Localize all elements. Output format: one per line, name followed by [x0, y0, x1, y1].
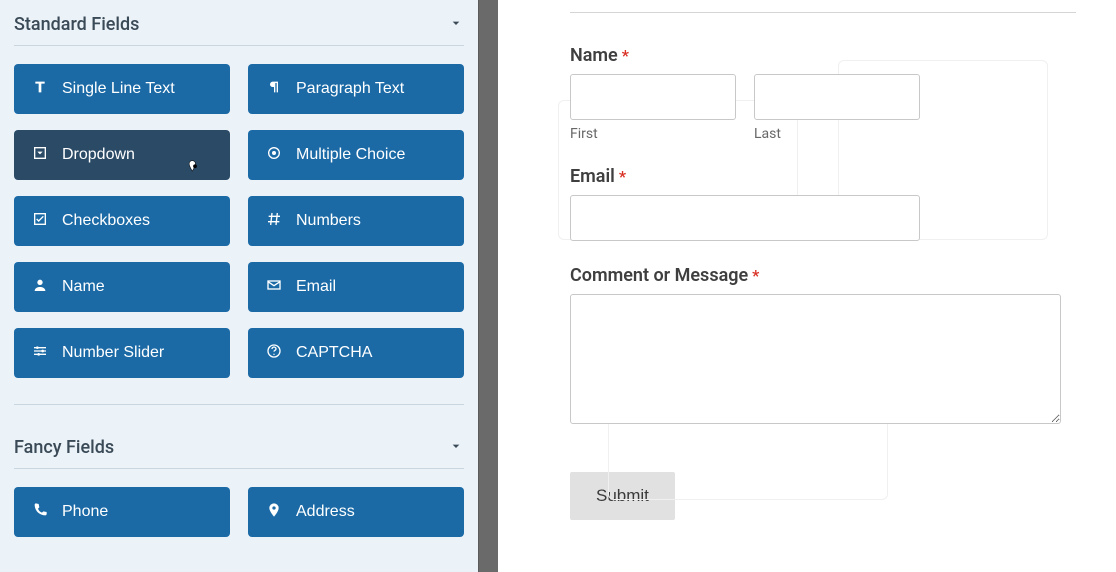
paragraph-icon: [266, 79, 282, 100]
dropdown-icon: [32, 145, 48, 166]
required-asterisk: *: [752, 266, 759, 285]
field-label: Comment or Message: [570, 265, 748, 286]
sublabel-last: Last: [754, 126, 920, 142]
user-icon: [32, 277, 48, 298]
section-header-standard[interactable]: Standard Fields: [14, 0, 464, 45]
field-label: Address: [296, 503, 355, 521]
field-single-line-text[interactable]: Single Line Text: [14, 64, 230, 114]
section-title: Standard Fields: [14, 14, 139, 35]
hash-icon: [266, 211, 282, 232]
field-label: Phone: [62, 503, 108, 521]
field-label: Dropdown: [62, 146, 135, 164]
first-name-input[interactable]: [570, 74, 736, 120]
text-icon: [32, 79, 48, 100]
field-label: Name: [570, 45, 618, 66]
field-label: Name: [62, 278, 105, 296]
fields-sidebar: Standard Fields Single Line Text Paragra…: [0, 0, 478, 572]
sidebar-scrollbar[interactable]: [478, 0, 498, 572]
field-label: Email: [570, 166, 615, 187]
form-preview: Name* First Last Email* Comment or Messa…: [498, 0, 1116, 572]
slider-icon: [32, 343, 48, 364]
chevron-down-icon: [448, 15, 464, 35]
field-checkboxes[interactable]: Checkboxes: [14, 196, 230, 246]
checkbox-icon: [32, 211, 48, 232]
field-dropdown[interactable]: Dropdown: [14, 130, 230, 180]
email-input[interactable]: [570, 195, 920, 241]
field-label: Number Slider: [62, 344, 164, 362]
submit-button[interactable]: Submit: [570, 472, 675, 520]
field-email[interactable]: Email: [248, 262, 464, 312]
section-divider: [14, 404, 464, 405]
cursor-icon: [186, 158, 204, 176]
field-label: Paragraph Text: [296, 80, 404, 98]
field-label: Single Line Text: [62, 80, 175, 98]
envelope-icon: [266, 277, 282, 298]
fancy-fields-grid: Phone Address: [14, 487, 464, 537]
required-asterisk: *: [619, 167, 626, 186]
field-paragraph-text[interactable]: Paragraph Text: [248, 64, 464, 114]
form-field-name[interactable]: Name* First Last: [570, 45, 1076, 142]
sublabel-first: First: [570, 126, 736, 142]
field-captcha[interactable]: CAPTCHA: [248, 328, 464, 378]
section-header-fancy[interactable]: Fancy Fields: [14, 423, 464, 468]
field-address[interactable]: Address: [248, 487, 464, 537]
standard-fields-grid: Single Line Text Paragraph Text Dropdown: [14, 64, 464, 378]
field-label: CAPTCHA: [296, 344, 372, 362]
section-divider: [14, 468, 464, 469]
preview-divider: [570, 12, 1076, 13]
field-label: Multiple Choice: [296, 146, 405, 164]
section-divider: [14, 45, 464, 46]
question-icon: [266, 343, 282, 364]
field-number-slider[interactable]: Number Slider: [14, 328, 230, 378]
chevron-down-icon: [448, 438, 464, 458]
pin-icon: [266, 502, 282, 523]
field-name[interactable]: Name: [14, 262, 230, 312]
field-multiple-choice[interactable]: Multiple Choice: [248, 130, 464, 180]
form-field-message[interactable]: Comment or Message*: [570, 265, 1076, 428]
section-title: Fancy Fields: [14, 437, 114, 458]
form-field-email[interactable]: Email*: [570, 166, 1076, 241]
field-numbers[interactable]: Numbers: [248, 196, 464, 246]
field-label: Checkboxes: [62, 212, 150, 230]
required-asterisk: *: [622, 46, 629, 65]
field-label: Email: [296, 278, 336, 296]
field-label: Numbers: [296, 212, 361, 230]
last-name-input[interactable]: [754, 74, 920, 120]
radio-icon: [266, 145, 282, 166]
message-textarea[interactable]: [570, 294, 1061, 424]
phone-icon: [32, 502, 48, 523]
field-phone[interactable]: Phone: [14, 487, 230, 537]
